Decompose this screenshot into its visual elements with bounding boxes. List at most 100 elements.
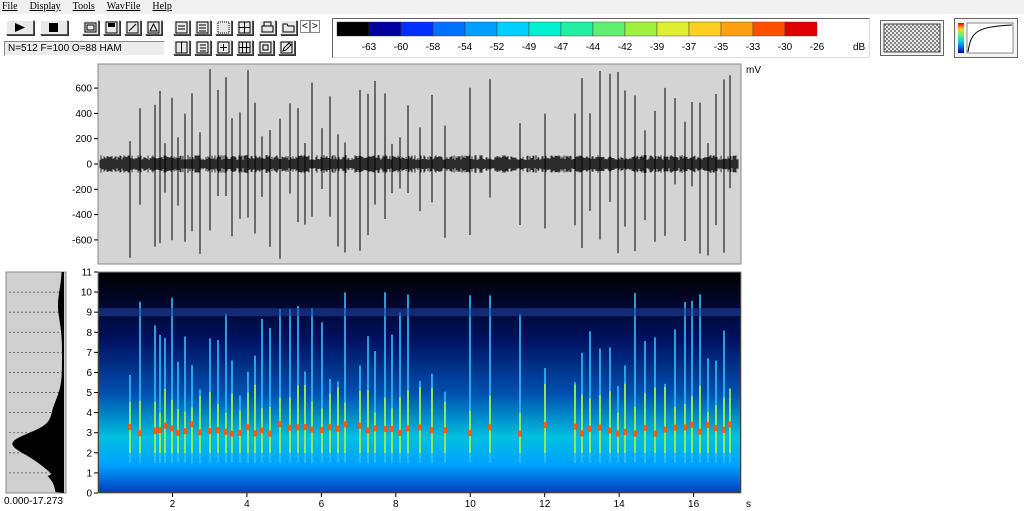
waveform-panel[interactable]: 600 400 200 0 -200 -400 -600 mV [0,60,780,265]
spectrogram-hotspot [398,429,402,436]
menu-help[interactable]: Help [152,0,171,14]
spectrogram-hotspot [468,430,472,437]
spectrogram-x-tick: 14 [614,499,626,510]
grid2-button[interactable] [236,40,253,55]
colormap-curve-button[interactable] [954,18,1018,58]
menu-wavfile[interactable]: WavFile [107,0,141,14]
spectrogram-hotspot [246,424,250,431]
colorbar-label: -35 [714,42,729,53]
spectrogram-panel[interactable]: 111098765432102 4 6 8 10 12 14 16 s [0,265,780,511]
colorbar-label: -44 [586,42,601,53]
open-icon [282,23,295,33]
colorbar-unit: dB [853,42,866,53]
list-icon [196,41,209,54]
nav-prev[interactable]: < [300,20,310,33]
spectrogram-hotspot [183,428,187,435]
spectrogram-hotspot [373,425,377,432]
waveform-y-tick: 400 [75,109,92,120]
menu-display[interactable]: Display [30,0,61,14]
colorbar-label: -52 [490,42,505,53]
spectrogram-band [99,308,740,317]
status-field: N=512 F=100 O=88 HAM [4,41,165,56]
spectrogram-hotspot [158,427,162,434]
spectrogram-y-tick: 3 [86,428,92,439]
colorbar-swatch [784,21,818,37]
edit-button[interactable] [124,20,141,35]
grid-button[interactable] [236,20,253,35]
spectrogram-hotspot [128,424,132,431]
play-icon [15,23,25,32]
grid-doc-button[interactable] [194,20,211,35]
stop-icon [49,23,58,32]
pencil-button[interactable] [278,40,295,55]
frame-button[interactable] [257,40,274,55]
spectrogram-hotspot [598,424,602,431]
spectrogram-hotspot [663,426,667,433]
nav-arrows: < > [300,20,320,35]
spectrogram-hotspot [366,427,370,434]
colorbar-label: -30 [778,42,793,53]
spectrogram-y-tick: 9 [86,308,92,319]
cross-button[interactable] [215,40,232,55]
spectrogram-hotspot [573,423,577,430]
spectrogram-hotspot [296,424,300,431]
colorbar-swatch [464,21,498,37]
save-button[interactable] [103,20,120,35]
spectrogram-hotspot [336,425,340,432]
play-button[interactable] [6,20,34,35]
waveform-y-tick: -400 [72,210,92,221]
frame-icon [259,41,272,54]
spectrogram-hotspot [588,425,592,432]
spectrogram-hotspot [406,425,410,432]
crosshatch-icon [883,23,941,53]
dots-button[interactable] [215,20,232,35]
pattern-button[interactable] [880,20,944,56]
stop-button[interactable] [40,20,68,35]
colorbar-label: -37 [682,42,697,53]
doc-button[interactable] [173,20,190,35]
colorbar-label: -54 [458,42,473,53]
waveform-unit: mV [746,65,761,76]
spectrogram-y-tick: 1 [86,468,92,479]
spectrogram-hotspot [303,424,307,431]
open-button[interactable] [280,20,297,35]
colorbar-label: -49 [522,42,537,53]
colorbar-swatch [624,21,658,37]
colorbar-swatch [432,21,466,37]
triangle-button[interactable] [145,20,162,35]
colorbar-label: -42 [618,42,633,53]
list-button[interactable] [194,40,211,55]
spectrogram-y-tick: 0 [86,489,92,500]
spectrogram-hotspot [163,422,167,429]
spectrogram-hotspot [430,427,434,434]
colorbar-swatch [496,21,530,37]
colorbar-swatch [656,21,690,37]
spectrogram-hotspot [633,430,637,437]
nav-next[interactable]: > [309,20,320,33]
spectrogram-x-tick: 12 [539,499,551,510]
spectrogram-hotspot [328,424,332,431]
print-button[interactable] [259,20,276,35]
spectrogram-y-tick: 8 [86,328,92,339]
spectrogram-x-tick: 8 [393,499,399,510]
doc-icon [175,21,188,34]
window-button[interactable] [82,20,99,35]
spectrogram-hotspot [230,430,234,437]
colorbar-swatch [720,21,754,37]
spectrogram-hotspot [623,428,627,435]
menu-tools[interactable]: Tools [73,0,95,14]
spectrogram-hotspot [253,430,257,437]
spectrogram-hotspot [176,429,180,436]
menu-file[interactable]: File [2,0,18,14]
waveform-y-tick: -600 [72,235,92,246]
colorbar-label: -58 [426,42,441,53]
spectrogram-hotspot [543,422,547,429]
spectrogram-hotspot [170,425,174,432]
spectrogram-hotspot [698,428,702,435]
spectrogram-hotspot [653,430,657,437]
colorbar-label: -33 [746,42,761,53]
grid-icon [238,41,251,54]
split-button[interactable] [173,40,190,55]
spectrogram-hotspot [278,421,282,428]
colorbar-swatch [528,21,562,37]
